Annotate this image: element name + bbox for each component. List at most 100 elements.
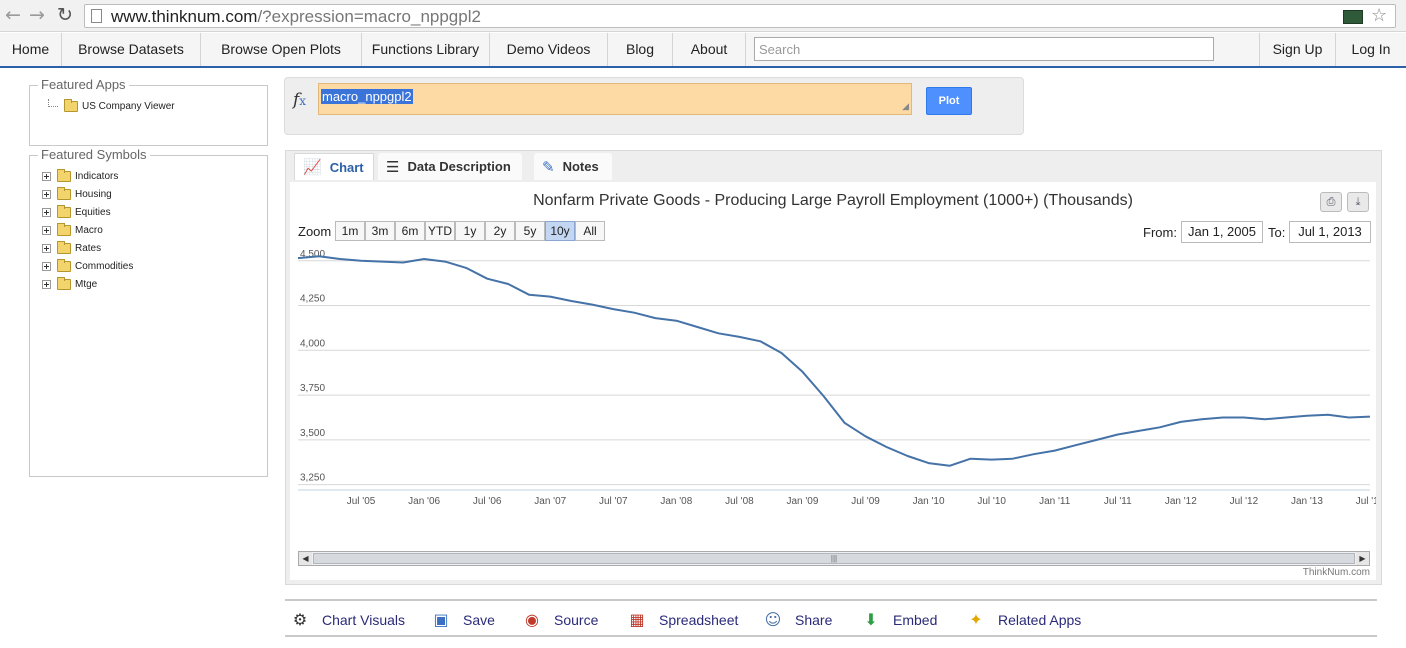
chart-panel: 📈 Chart ☰ Data Description ✎ Notes Nonfa… <box>285 150 1382 585</box>
scroll-left-icon[interactable]: ◀ <box>299 552 312 565</box>
reload-icon[interactable]: ↻ <box>54 4 76 26</box>
zoom-button-1m[interactable]: 1m <box>335 221 365 241</box>
tree-item-housing[interactable]: Housing <box>42 186 112 202</box>
expand-icon[interactable] <box>42 243 51 253</box>
expand-icon[interactable] <box>42 225 51 235</box>
scroll-right-icon[interactable]: ▶ <box>1356 552 1369 565</box>
nav-browse-open-plots[interactable]: Browse Open Plots <box>201 33 362 66</box>
tree-connector <box>48 99 58 107</box>
tree-item-label: Housing <box>75 188 112 200</box>
url-text[interactable]: www.thinknum.com/?expression=macro_nppgp… <box>111 7 481 27</box>
toolbar-label: Source <box>554 612 599 628</box>
zoom-button-6m[interactable]: 6m <box>395 221 425 241</box>
back-arrow-icon[interactable]: ← <box>2 4 24 26</box>
x-tick-label: Jul '10 <box>977 496 1006 507</box>
zoom-button-5y[interactable]: 5y <box>515 221 545 241</box>
expand-icon[interactable] <box>42 261 51 271</box>
pencil-icon: ✎ <box>542 157 555 176</box>
tab-label: Chart <box>329 159 364 175</box>
browser-toolbar: ← → ↻ www.thinknum.com/?expression=macro… <box>0 0 1406 32</box>
tree-item-label: Commodities <box>75 260 134 272</box>
from-date-input[interactable]: Jan 1, 2005 <box>1181 221 1263 243</box>
expand-icon[interactable] <box>42 279 51 289</box>
expression-input[interactable]: macro_nppgpl2 ◢ <box>318 83 912 115</box>
extension-flag-icon[interactable] <box>1343 10 1363 24</box>
save-icon: ▣ <box>433 610 449 629</box>
expand-icon[interactable] <box>42 171 51 181</box>
featured-apps-panel: Featured Apps US Company Viewer <box>29 77 268 146</box>
folder-icon <box>57 186 71 200</box>
x-tick-label: Jul '06 <box>473 496 502 507</box>
expand-icon[interactable] <box>42 207 51 217</box>
zoom-button-10y[interactable]: 10y <box>545 221 575 241</box>
related-apps-button[interactable]: ✦ Related Apps <box>966 610 1081 630</box>
download-icon[interactable]: ⤓ <box>1347 192 1369 212</box>
tab-notes[interactable]: ✎ Notes <box>534 153 612 180</box>
folder-icon <box>57 222 71 236</box>
zoom-button-all[interactable]: All <box>575 221 605 241</box>
expression-text: macro_nppgpl2 <box>321 89 413 104</box>
chart-navigator-scrollbar[interactable]: ◀ ||| ▶ <box>298 551 1370 566</box>
site-navigation: Home Browse Datasets Browse Open Plots F… <box>0 33 1406 68</box>
spreadsheet-icon: ▦ <box>629 610 645 629</box>
folder-icon <box>57 168 71 182</box>
resize-grip-icon[interactable]: ◢ <box>902 101 909 112</box>
x-tick-label: Jan '11 <box>1039 496 1071 507</box>
toolbar-label: Save <box>463 612 495 628</box>
search-input[interactable] <box>754 37 1214 61</box>
sign-up-link[interactable]: Sign Up <box>1259 33 1336 66</box>
nav-demo-videos[interactable]: Demo Videos <box>490 33 608 66</box>
zoom-button-3m[interactable]: 3m <box>365 221 395 241</box>
log-in-link[interactable]: Log In <box>1336 33 1406 66</box>
embed-button[interactable]: ⬇ Embed <box>861 610 937 630</box>
plot-button[interactable]: Plot <box>926 87 972 115</box>
nav-functions-library[interactable]: Functions Library <box>362 33 490 66</box>
tree-item-us-company-viewer[interactable]: US Company Viewer <box>48 98 175 114</box>
tree-item-rates[interactable]: Rates <box>42 240 101 256</box>
chart-visuals-button[interactable]: ⚙ Chart Visuals <box>290 610 405 630</box>
spreadsheet-button[interactable]: ▦ Spreadsheet <box>627 610 738 630</box>
address-bar[interactable]: www.thinknum.com/?expression=macro_nppgp… <box>84 4 1396 28</box>
tree-item-mtge[interactable]: Mtge <box>42 276 97 292</box>
tab-label: Data Description <box>407 159 511 174</box>
y-tick-label: 4,250 <box>300 294 325 305</box>
expand-icon[interactable] <box>42 189 51 199</box>
magic-wand-icon: ✦ <box>969 610 983 629</box>
nav-blog[interactable]: Blog <box>608 33 673 66</box>
toolbar-label: Spreadsheet <box>659 612 739 628</box>
series-line[interactable] <box>297 255 1371 467</box>
forward-arrow-icon[interactable]: → <box>26 4 48 26</box>
zoom-button-1y[interactable]: 1y <box>455 221 485 241</box>
nav-about[interactable]: About <box>673 33 746 66</box>
bookmark-star-icon[interactable]: ☆ <box>1371 5 1387 26</box>
tab-chart[interactable]: 📈 Chart <box>294 153 374 180</box>
print-icon[interactable]: ⎙ <box>1320 192 1342 212</box>
nav-home[interactable]: Home <box>0 33 62 66</box>
tree-item-equities[interactable]: Equities <box>42 204 111 220</box>
share-button[interactable]: ☺ Share <box>763 610 833 630</box>
tree-item-commodities[interactable]: Commodities <box>42 258 133 274</box>
tree-item-macro[interactable]: Macro <box>42 222 103 238</box>
x-tick-label: Jan '08 <box>660 496 692 507</box>
x-tick-label: Jul '13 <box>1356 496 1376 507</box>
tree-item-label: Macro <box>75 224 103 236</box>
toolbar-label: Share <box>795 612 833 628</box>
tree-item-label: Rates <box>75 242 102 254</box>
save-button[interactable]: ▣ Save <box>431 610 495 630</box>
url-path: /?expression=macro_nppgpl2 <box>257 7 481 26</box>
x-tick-label: Jul '09 <box>851 496 880 507</box>
tree-item-label: Indicators <box>75 170 119 182</box>
zoom-button-2y[interactable]: 2y <box>485 221 515 241</box>
scroll-thumb[interactable]: ||| <box>313 553 1355 564</box>
x-tick-label: Jan '12 <box>1165 496 1197 507</box>
from-label: From: <box>1143 225 1177 240</box>
nav-browse-datasets[interactable]: Browse Datasets <box>62 33 201 66</box>
y-tick-label: 3,250 <box>300 473 325 484</box>
source-button[interactable]: ◉ Source <box>522 610 598 630</box>
zoom-button-ytd[interactable]: YTD <box>425 221 455 241</box>
tree-item-label: US Company Viewer <box>82 100 175 112</box>
tab-data-description[interactable]: ☰ Data Description <box>378 153 522 180</box>
tree-item-indicators[interactable]: Indicators <box>42 168 118 184</box>
embed-download-icon: ⬇ <box>864 610 878 629</box>
to-date-input[interactable]: Jul 1, 2013 <box>1289 221 1371 243</box>
